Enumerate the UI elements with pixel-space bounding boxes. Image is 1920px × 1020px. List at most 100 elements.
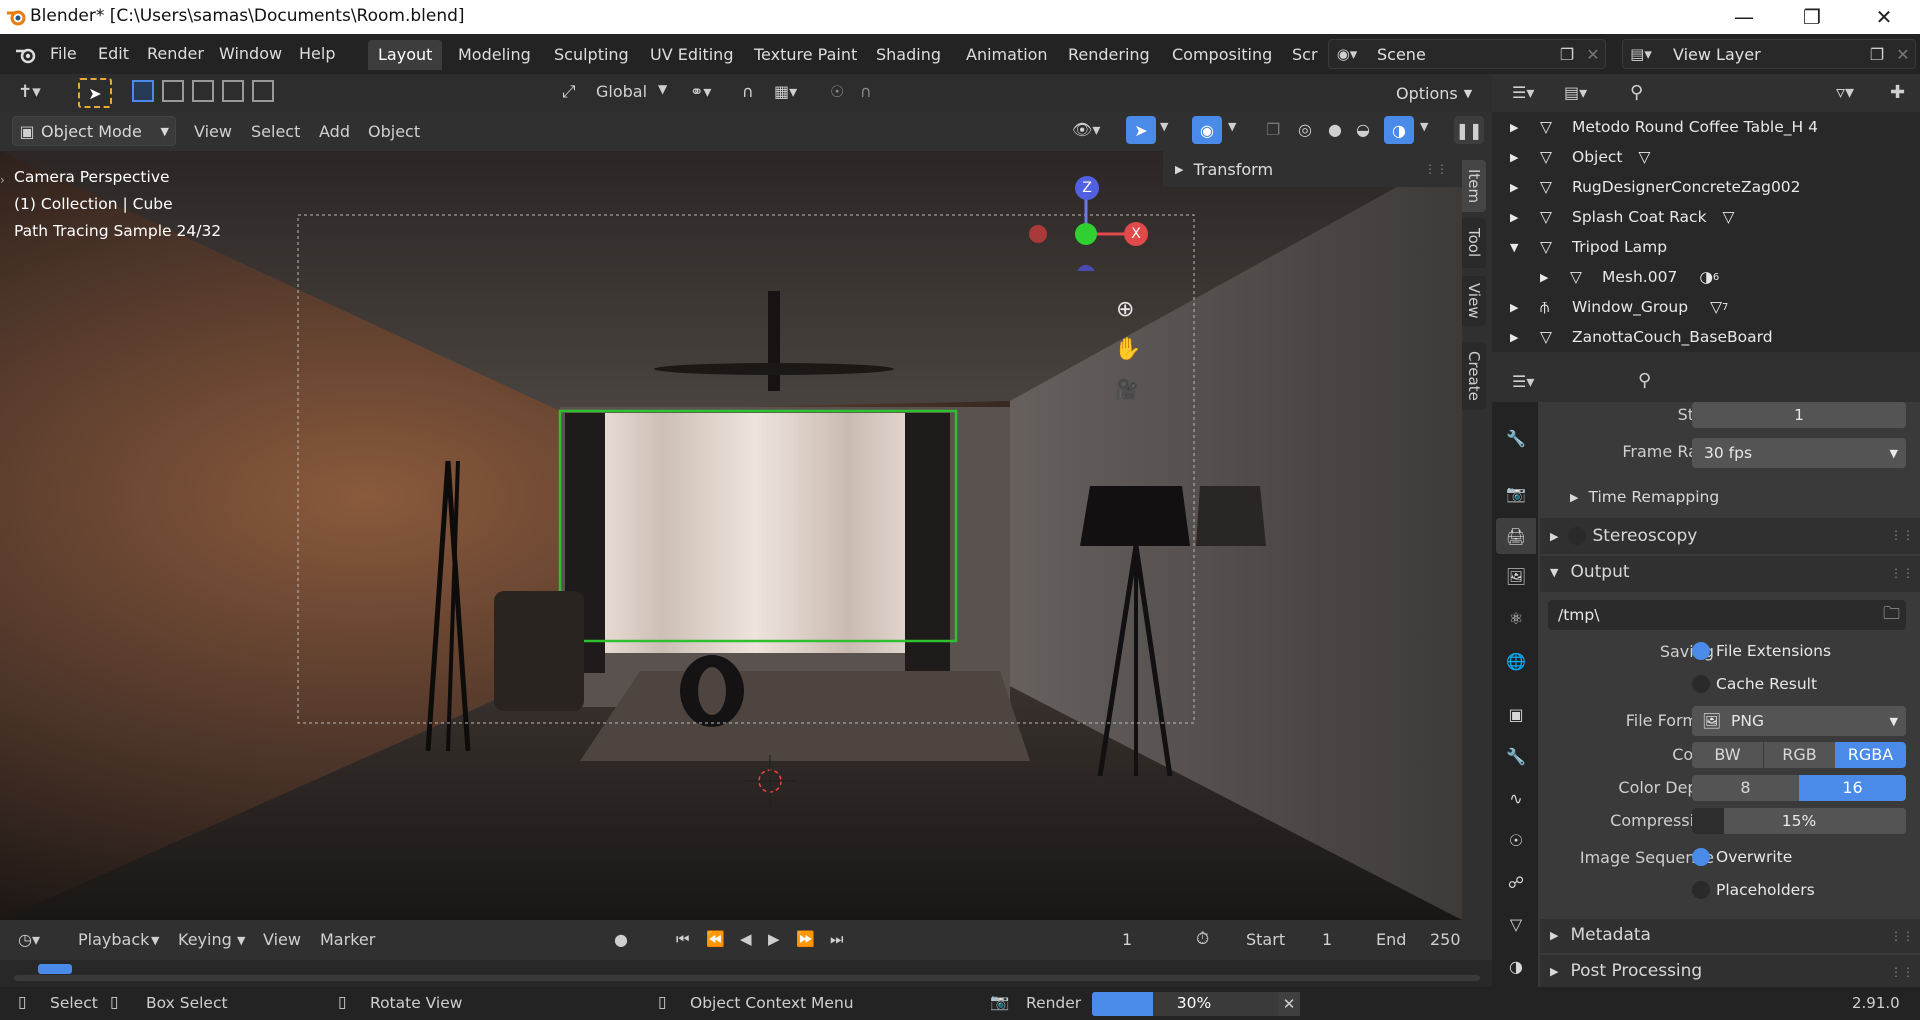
menu-help[interactable]: Help — [299, 44, 335, 63]
stopwatch-icon[interactable]: ⏱ — [1196, 929, 1209, 949]
select-tool-icon[interactable]: ➤ — [78, 78, 112, 108]
tab-compositing[interactable]: Compositing — [1162, 40, 1282, 70]
tool-tab-icon[interactable]: 🔧 — [1496, 420, 1536, 456]
outliner-item[interactable]: ▶ ▽ Mesh.007 ◑ 6 — [1540, 262, 1719, 292]
tab-animation[interactable]: Animation — [956, 40, 1058, 70]
select-subtract-icon[interactable] — [192, 80, 214, 102]
minimize-icon[interactable]: — — [1716, 0, 1772, 34]
search-icon[interactable]: ⚲ — [1638, 370, 1651, 391]
axis-z-label[interactable]: Z — [1075, 176, 1099, 200]
color-depth-selector[interactable]: 8 16 — [1692, 775, 1906, 801]
chevron-down-icon[interactable]: ▼ — [1160, 120, 1168, 133]
jump-start-icon[interactable]: ⏮ — [676, 930, 690, 948]
folder-icon[interactable]: 🗀 — [1883, 601, 1900, 630]
mode-selector[interactable]: ▣ Object Mode ▼ — [12, 116, 176, 146]
expand-icon[interactable]: ▶ — [1510, 181, 1540, 194]
scene-selector[interactable]: ◉▾ Scene ❐ ✕ — [1328, 39, 1606, 69]
transform-panel-header[interactable]: ▶ Transform ⋮⋮ — [1163, 151, 1462, 187]
search-icon[interactable]: ⚲ — [1630, 82, 1643, 103]
camera-view-icon[interactable]: 🎥 — [1114, 377, 1139, 401]
select-difference-icon[interactable] — [222, 80, 244, 102]
color-depth-16-option[interactable]: 16 — [1799, 775, 1906, 801]
display-mode-icon[interactable]: ▤▾ — [1564, 83, 1587, 102]
expand-icon[interactable]: ▶ — [1510, 211, 1540, 224]
post-processing-header[interactable]: ▶ Post Processing — [1550, 961, 1702, 981]
falloff-icon[interactable]: ∩ — [860, 82, 872, 101]
pivot-icon[interactable]: ⚭▾ — [690, 82, 711, 101]
timeline-scrubber[interactable] — [0, 960, 1492, 987]
gizmo-toggle-icon[interactable]: ➤ — [1126, 116, 1156, 144]
material-shading-icon[interactable]: ◒ — [1356, 120, 1370, 139]
timeline-editor-icon[interactable]: ◷▾ — [18, 930, 40, 949]
overlays-toggle-icon[interactable]: ◉ — [1192, 116, 1222, 144]
drag-handle-icon[interactable]: ⋮⋮ — [1890, 965, 1914, 979]
tab-texture-paint[interactable]: Texture Paint — [744, 40, 867, 70]
options-dropdown[interactable]: Options ▼ — [1388, 80, 1481, 106]
menu-render[interactable]: Render — [147, 44, 204, 63]
sidebar-tab-item[interactable]: Item — [1462, 160, 1486, 212]
view-layer-selector[interactable]: ▤▾ View Layer ❐ ✕ — [1622, 39, 1916, 69]
particles-tab-icon[interactable]: ∿ — [1496, 780, 1536, 816]
step-field[interactable]: 1 — [1692, 402, 1906, 428]
timeline-scrollbar[interactable] — [14, 975, 1480, 981]
render-tab-icon[interactable]: 📷 — [1496, 475, 1536, 511]
visibility-icon[interactable]: 👁▾ — [1072, 120, 1100, 139]
stereoscopy-checkbox[interactable] — [1568, 527, 1587, 545]
play-reverse-icon[interactable]: ◀ — [740, 930, 752, 948]
outliner-item[interactable]: ▶ ▽ Object ▽ — [1510, 142, 1650, 172]
collapse-icon[interactable]: ▼ — [1510, 241, 1540, 254]
wireframe-shading-icon[interactable]: ◎ — [1298, 120, 1312, 139]
data-tab-icon[interactable]: ▽ — [1496, 906, 1536, 942]
editor-type-icon[interactable]: ✝▾ — [18, 82, 41, 102]
zoom-icon[interactable]: ⊕ — [1116, 297, 1134, 322]
menu-select[interactable]: Select — [251, 122, 300, 141]
cache-result-checkbox[interactable]: Cache Result — [1692, 675, 1817, 693]
output-header[interactable]: ▼ Output — [1550, 562, 1630, 582]
scene-tab-icon[interactable]: ⚛ — [1496, 600, 1536, 636]
color-rgb-option[interactable]: RGB — [1763, 742, 1835, 768]
start-frame-field[interactable]: 1 — [1322, 930, 1332, 949]
frame-rate-dropdown[interactable]: 30 fps ▼ — [1692, 438, 1906, 468]
restore-icon[interactable]: ❐ — [1784, 0, 1840, 34]
pan-hand-icon[interactable]: ✋ — [1114, 337, 1141, 362]
tab-layout[interactable]: Layout — [368, 40, 443, 70]
select-intersect-icon[interactable] — [252, 80, 274, 102]
xray-icon[interactable]: ❐ — [1266, 120, 1280, 139]
tab-sculpting[interactable]: Sculpting — [544, 40, 639, 70]
metadata-header[interactable]: ▶ Metadata — [1550, 925, 1651, 945]
close-icon[interactable]: ✕ — [1581, 45, 1605, 64]
drag-handle-icon[interactable]: ⋮⋮ — [1890, 929, 1914, 943]
outliner-editor-icon[interactable]: ☰▾ — [1512, 83, 1534, 102]
drag-handle-icon[interactable]: ⋮⋮ — [1424, 162, 1448, 176]
physics-tab-icon[interactable]: ☉ — [1496, 822, 1536, 858]
copy-icon[interactable]: ❐ — [1863, 45, 1891, 64]
sidebar-tab-tool[interactable]: Tool — [1462, 218, 1486, 268]
sidebar-tab-create[interactable]: Create — [1462, 342, 1486, 410]
chevron-down-icon[interactable]: ▼ — [1420, 120, 1428, 133]
output-path-field[interactable]: /tmp\ 🗀 — [1548, 600, 1906, 630]
time-remapping-subpanel[interactable]: ▶ Time Remapping — [1570, 488, 1719, 506]
3d-viewport[interactable]: Camera Perspective (1) Collection | Cube… — [0, 151, 1462, 920]
menu-marker[interactable]: Marker — [320, 930, 375, 949]
object-tab-icon[interactable]: ▣ — [1496, 696, 1536, 732]
menu-view[interactable]: View — [263, 930, 301, 949]
menu-object[interactable]: Object — [368, 122, 420, 141]
chevron-down-icon[interactable]: ▼ — [658, 82, 667, 96]
expand-icon[interactable]: ▶ — [1540, 271, 1570, 284]
properties-editor-icon[interactable]: ☰▾ — [1512, 372, 1534, 391]
new-collection-icon[interactable]: ✚ — [1890, 82, 1905, 103]
expand-icon[interactable]: ▶ — [1510, 151, 1540, 164]
modifier-tab-icon[interactable]: 🔧 — [1496, 738, 1536, 774]
select-extend-icon[interactable] — [162, 80, 184, 102]
transform-orientation[interactable]: Global — [596, 82, 647, 101]
outliner-item[interactable]: ▼ ▽ Tripod Lamp — [1510, 232, 1667, 262]
placeholders-checkbox[interactable]: Placeholders — [1692, 881, 1815, 899]
close-icon[interactable]: ✕ — [1856, 0, 1912, 34]
cancel-render-icon[interactable]: ✕ — [1278, 992, 1300, 1016]
toolbar-expand-icon[interactable]: › — [0, 173, 5, 187]
expand-icon[interactable]: ▶ — [1510, 121, 1540, 134]
tab-shading[interactable]: Shading — [866, 40, 951, 70]
output-tab-icon[interactable]: 🖨 — [1496, 518, 1536, 554]
chevron-down-icon[interactable]: ▼ — [1228, 120, 1236, 133]
record-icon[interactable]: ● — [614, 930, 628, 949]
